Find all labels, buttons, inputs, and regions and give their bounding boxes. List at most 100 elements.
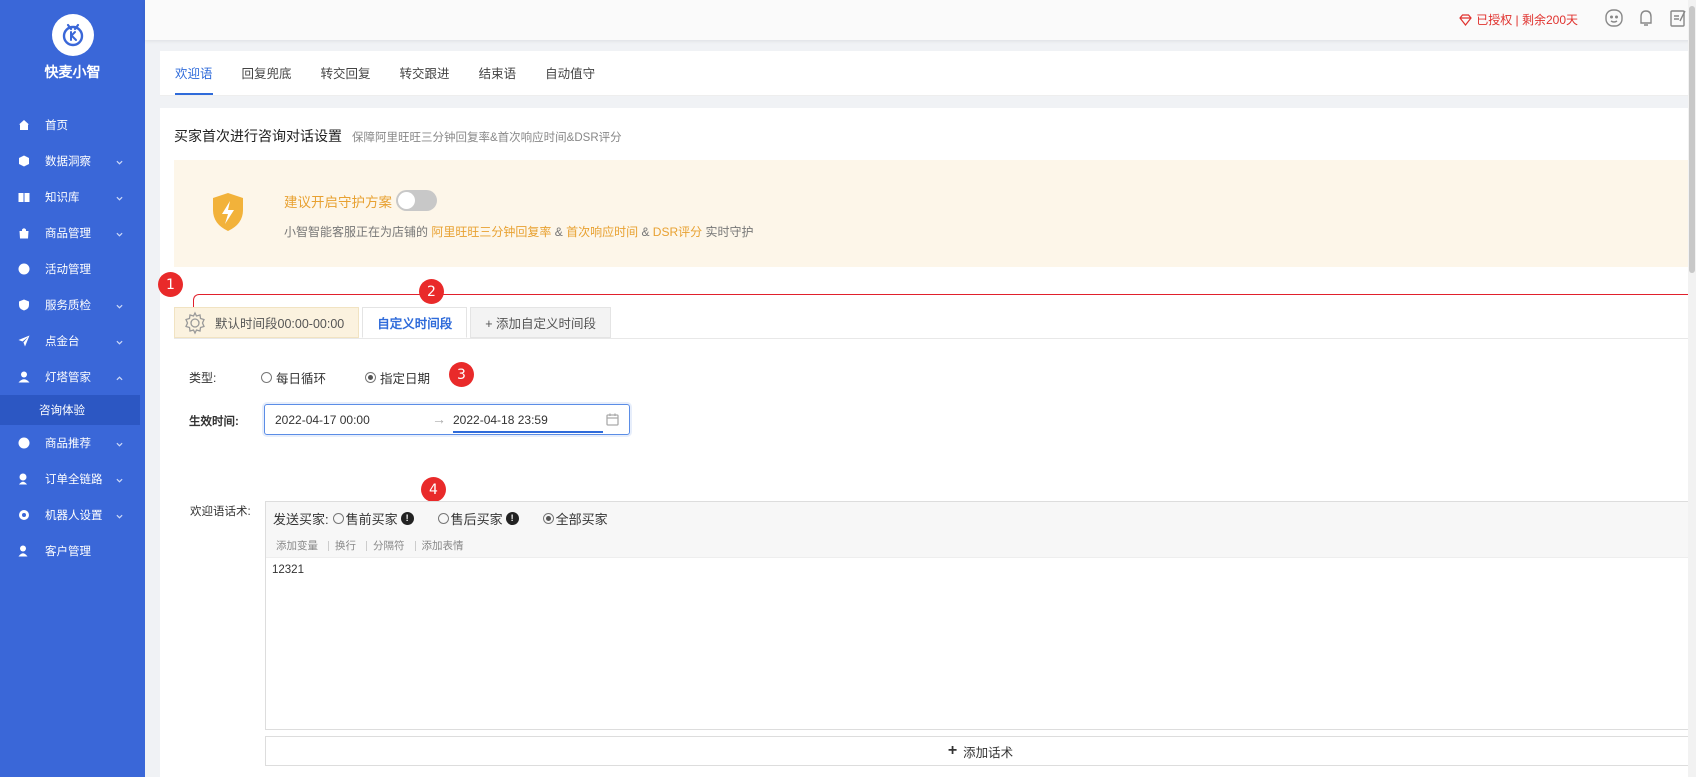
editor-toolbar: 添加变量 换行 分隔符 添加表情 — [266, 534, 1695, 558]
tab-closing[interactable]: 结束语 — [479, 63, 517, 95]
add-variable-button[interactable]: 添加变量 — [270, 540, 329, 551]
sidebar: 快麦小智 首页 数据洞察 知识库 商品管理 活动管理 服务质检 点金台 灯塔管家… — [0, 0, 145, 777]
logo-icon — [51, 13, 94, 56]
sidebar-subitem-consult[interactable]: 咨询体验 — [0, 395, 140, 425]
chevron-down-icon — [116, 337, 123, 345]
chevron-up-icon — [116, 373, 123, 381]
logo[interactable]: 快麦小智 — [0, 0, 145, 95]
sidebar-item-label: 订单全链路 — [45, 474, 103, 486]
separator-button[interactable]: 分隔符 — [367, 540, 416, 551]
tab-fallback-reply[interactable]: 回复兜底 — [242, 63, 292, 95]
banner-highlight-dsr: DSR评分 — [652, 225, 703, 239]
section-title: 买家首次进行咨询对话设置 — [174, 128, 342, 144]
app-title: 快麦小智 — [44, 63, 101, 80]
tab-welcome[interactable]: 欢迎语 — [175, 63, 213, 95]
sidebar-item-label: 商品管理 — [45, 228, 91, 240]
chevron-down-icon — [116, 511, 123, 519]
sidebar-item-home[interactable]: 首页 — [0, 107, 145, 143]
welcome-script-label: 欢迎语话术: — [190, 506, 251, 518]
section-header: 买家首次进行咨询对话设置 保障阿里旺旺三分钟回复率&首次响应时间&DSR评分 — [160, 108, 1696, 160]
segment-divider — [174, 338, 1696, 339]
users-icon — [18, 545, 30, 557]
cube-icon — [18, 155, 30, 167]
radio-all-buyers[interactable]: 全部买家 — [542, 509, 608, 528]
star-icon — [18, 263, 30, 275]
banner-amp: & — [641, 225, 650, 239]
shield-lightning-icon — [213, 193, 243, 231]
sidebar-item-data-insight[interactable]: 数据洞察 — [0, 143, 145, 179]
toggle-knob — [398, 192, 415, 209]
radio-presale-label: 售前买家 — [345, 511, 398, 527]
radio-presale[interactable]: 售前买家! — [332, 509, 414, 528]
radio-daily-label: 每日循环 — [276, 372, 327, 386]
gear-icon — [18, 509, 30, 521]
date-range-picker[interactable]: 2022-04-17 00:00 → 2022-04-18 23:59 — [264, 404, 630, 435]
chevron-down-icon — [116, 193, 123, 201]
editor-textarea[interactable]: 12321 — [266, 558, 1695, 582]
banner-description: 小智智能客服正在为店铺的 阿里旺旺三分钟回复率 & 首次响应时间 & DSR评分… — [284, 223, 754, 240]
annotation-badge: 1 — [158, 272, 183, 297]
radio-specific-date[interactable]: 指定日期 — [365, 368, 430, 387]
auth-status[interactable]: 已授权 | 剩余200天 — [1459, 11, 1578, 28]
protection-banner: 建议开启守护方案 小智智能客服正在为店铺的 阿里旺旺三分钟回复率 & 首次响应时… — [174, 160, 1696, 267]
segtab-default-label: 默认时间段00:00-00:00 — [215, 317, 345, 331]
sidebar-item-recommend[interactable]: 商品推荐 — [0, 425, 145, 461]
add-script-button[interactable]: + 添加话术 — [265, 736, 1696, 766]
sidebar-item-products[interactable]: 商品管理 — [0, 215, 145, 251]
book-icon — [18, 191, 30, 203]
sidebar-item-label: 首页 — [45, 120, 68, 132]
type-label: 类型: — [189, 371, 217, 385]
sidebar-item-knowledge[interactable]: 知识库 — [0, 179, 145, 215]
scrollbar[interactable] — [1688, 0, 1696, 777]
scrollbar-thumb[interactable] — [1689, 6, 1695, 273]
segtab-add[interactable]: + 添加自定义时间段 — [470, 307, 612, 338]
sidebar-item-robot[interactable]: 机器人设置 — [0, 497, 145, 533]
effective-time-label: 生效时间: — [189, 416, 239, 428]
plus-icon: + — [947, 742, 958, 759]
sidebar-item-label: 客户管理 — [45, 546, 91, 558]
emoji-icon[interactable] — [1604, 8, 1624, 28]
send-icon — [18, 335, 30, 347]
line-break-button[interactable]: 换行 — [329, 540, 367, 551]
radio-aftersale[interactable]: 售后买家! — [437, 509, 519, 528]
calendar-icon[interactable] — [606, 413, 619, 426]
add-script-label: 添加话术 — [963, 745, 1014, 760]
banner-highlight-reply-rate: 阿里旺旺三分钟回复率 — [431, 225, 552, 239]
info-icon[interactable]: ! — [505, 511, 519, 525]
radio-circle-selected — [542, 512, 554, 524]
sidebar-item-lighthouse[interactable]: 灯塔管家 — [0, 359, 145, 395]
auth-text: 已授权 | 剩余200天 — [1476, 13, 1578, 27]
gear-icon — [183, 311, 207, 335]
radio-daily[interactable]: 每日循环 — [261, 368, 326, 387]
edit-icon[interactable] — [1668, 8, 1688, 28]
radio-circle — [437, 512, 449, 524]
tab-transfer-followup[interactable]: 转交跟进 — [400, 63, 450, 95]
home-icon — [18, 119, 30, 131]
editor-header: 发送买家: 售前买家! 售后买家! 全部买家 — [266, 502, 1695, 534]
sidebar-item-quality[interactable]: 服务质检 — [0, 287, 145, 323]
radio-all-label: 全部买家 — [555, 511, 608, 527]
add-emoji-button[interactable]: 添加表情 — [416, 540, 474, 551]
sidebar-item-orders[interactable]: 订单全链路 — [0, 461, 145, 497]
bell-icon[interactable] — [1636, 8, 1656, 28]
sidebar-item-gold[interactable]: 点金台 — [0, 323, 145, 359]
chevron-down-icon — [116, 229, 123, 237]
sidebar-item-customers[interactable]: 客户管理 — [0, 533, 145, 569]
radio-circle — [261, 372, 272, 383]
sidebar-item-label: 灯塔管家 — [45, 372, 91, 384]
chevron-down-icon — [116, 439, 123, 447]
link-icon — [18, 473, 30, 485]
segtab-default[interactable]: 默认时间段00:00-00:00 — [174, 307, 360, 338]
sidebar-item-label: 点金台 — [45, 336, 80, 348]
date-end-input[interactable]: 2022-04-18 23:59 — [453, 413, 603, 427]
sidebar-item-label: 服务质检 — [45, 300, 91, 312]
tab-auto-duty[interactable]: 自动值守 — [545, 63, 595, 95]
segtab-custom[interactable]: 自定义时间段 — [362, 307, 468, 338]
sidebar-nav: 首页 数据洞察 知识库 商品管理 活动管理 服务质检 点金台 灯塔管家 咨询体验… — [0, 107, 145, 569]
protection-toggle[interactable] — [396, 190, 437, 211]
sidebar-item-activities[interactable]: 活动管理 — [0, 251, 145, 287]
info-icon[interactable]: ! — [400, 511, 414, 525]
annotation-badge: 3 — [449, 362, 474, 387]
date-start-input[interactable]: 2022-04-17 00:00 — [275, 413, 370, 427]
tab-transfer-reply[interactable]: 转交回复 — [321, 63, 371, 95]
